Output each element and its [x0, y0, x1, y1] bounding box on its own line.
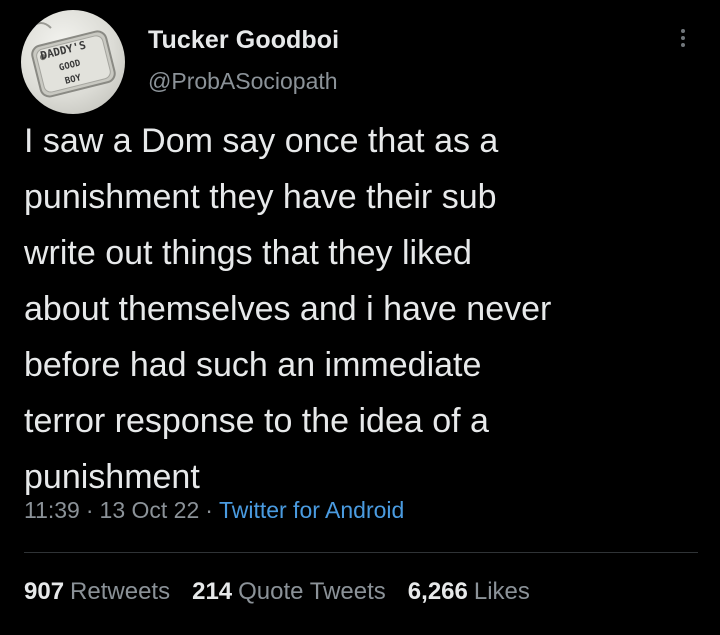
- tweet-text: I saw a Dom say once that as a punishmen…: [24, 113, 704, 505]
- likes-label: Likes: [473, 578, 530, 605]
- quote-tweets-count: 214: [192, 578, 233, 605]
- likes-count: 6,266: [407, 578, 468, 605]
- quote-tweets-label: Quote Tweets: [238, 578, 386, 605]
- likes-stat[interactable]: 6,266 Likes: [408, 578, 530, 606]
- tweet-text-line: terror response to the idea of a: [24, 402, 489, 440]
- tweet-text-line: before had such an immediate: [24, 346, 482, 384]
- quote-tweets-stat[interactable]: 214 Quote Tweets: [192, 578, 386, 606]
- divider: [24, 552, 698, 553]
- tweet-date[interactable]: 13 Oct 22: [100, 497, 200, 523]
- tweet-text-line: punishment they have their sub: [24, 178, 497, 216]
- tweet-text-line: write out things that they liked: [24, 234, 472, 272]
- tweet-text-line: about themselves and i have never: [24, 290, 552, 328]
- retweets-stat[interactable]: 907 Retweets: [24, 578, 170, 606]
- tweet-time[interactable]: 11:39: [24, 497, 80, 523]
- tweet-card: DADDY'S GOOD BOY Tucker Goodboi @ProbASo…: [0, 0, 720, 635]
- user-handle[interactable]: @ProbASociopath: [148, 68, 338, 95]
- display-name[interactable]: Tucker Goodboi: [148, 26, 339, 55]
- retweets-count: 907: [24, 578, 65, 605]
- avatar[interactable]: DADDY'S GOOD BOY: [21, 10, 125, 114]
- retweets-label: Retweets: [70, 578, 171, 605]
- engagement-stats: 907 Retweets 214 Quote Tweets 6,266 Likes: [24, 578, 552, 606]
- tweet-metadata: 11:39 · 13 Oct 22 · Twitter for Android: [24, 497, 404, 524]
- tweet-text-line: I saw a Dom say once that as a: [24, 122, 499, 160]
- tweet-source-link[interactable]: Twitter for Android: [219, 497, 404, 523]
- meta-separator: ·: [85, 497, 94, 523]
- meta-separator: ·: [205, 497, 213, 523]
- more-options-icon[interactable]: [672, 26, 694, 54]
